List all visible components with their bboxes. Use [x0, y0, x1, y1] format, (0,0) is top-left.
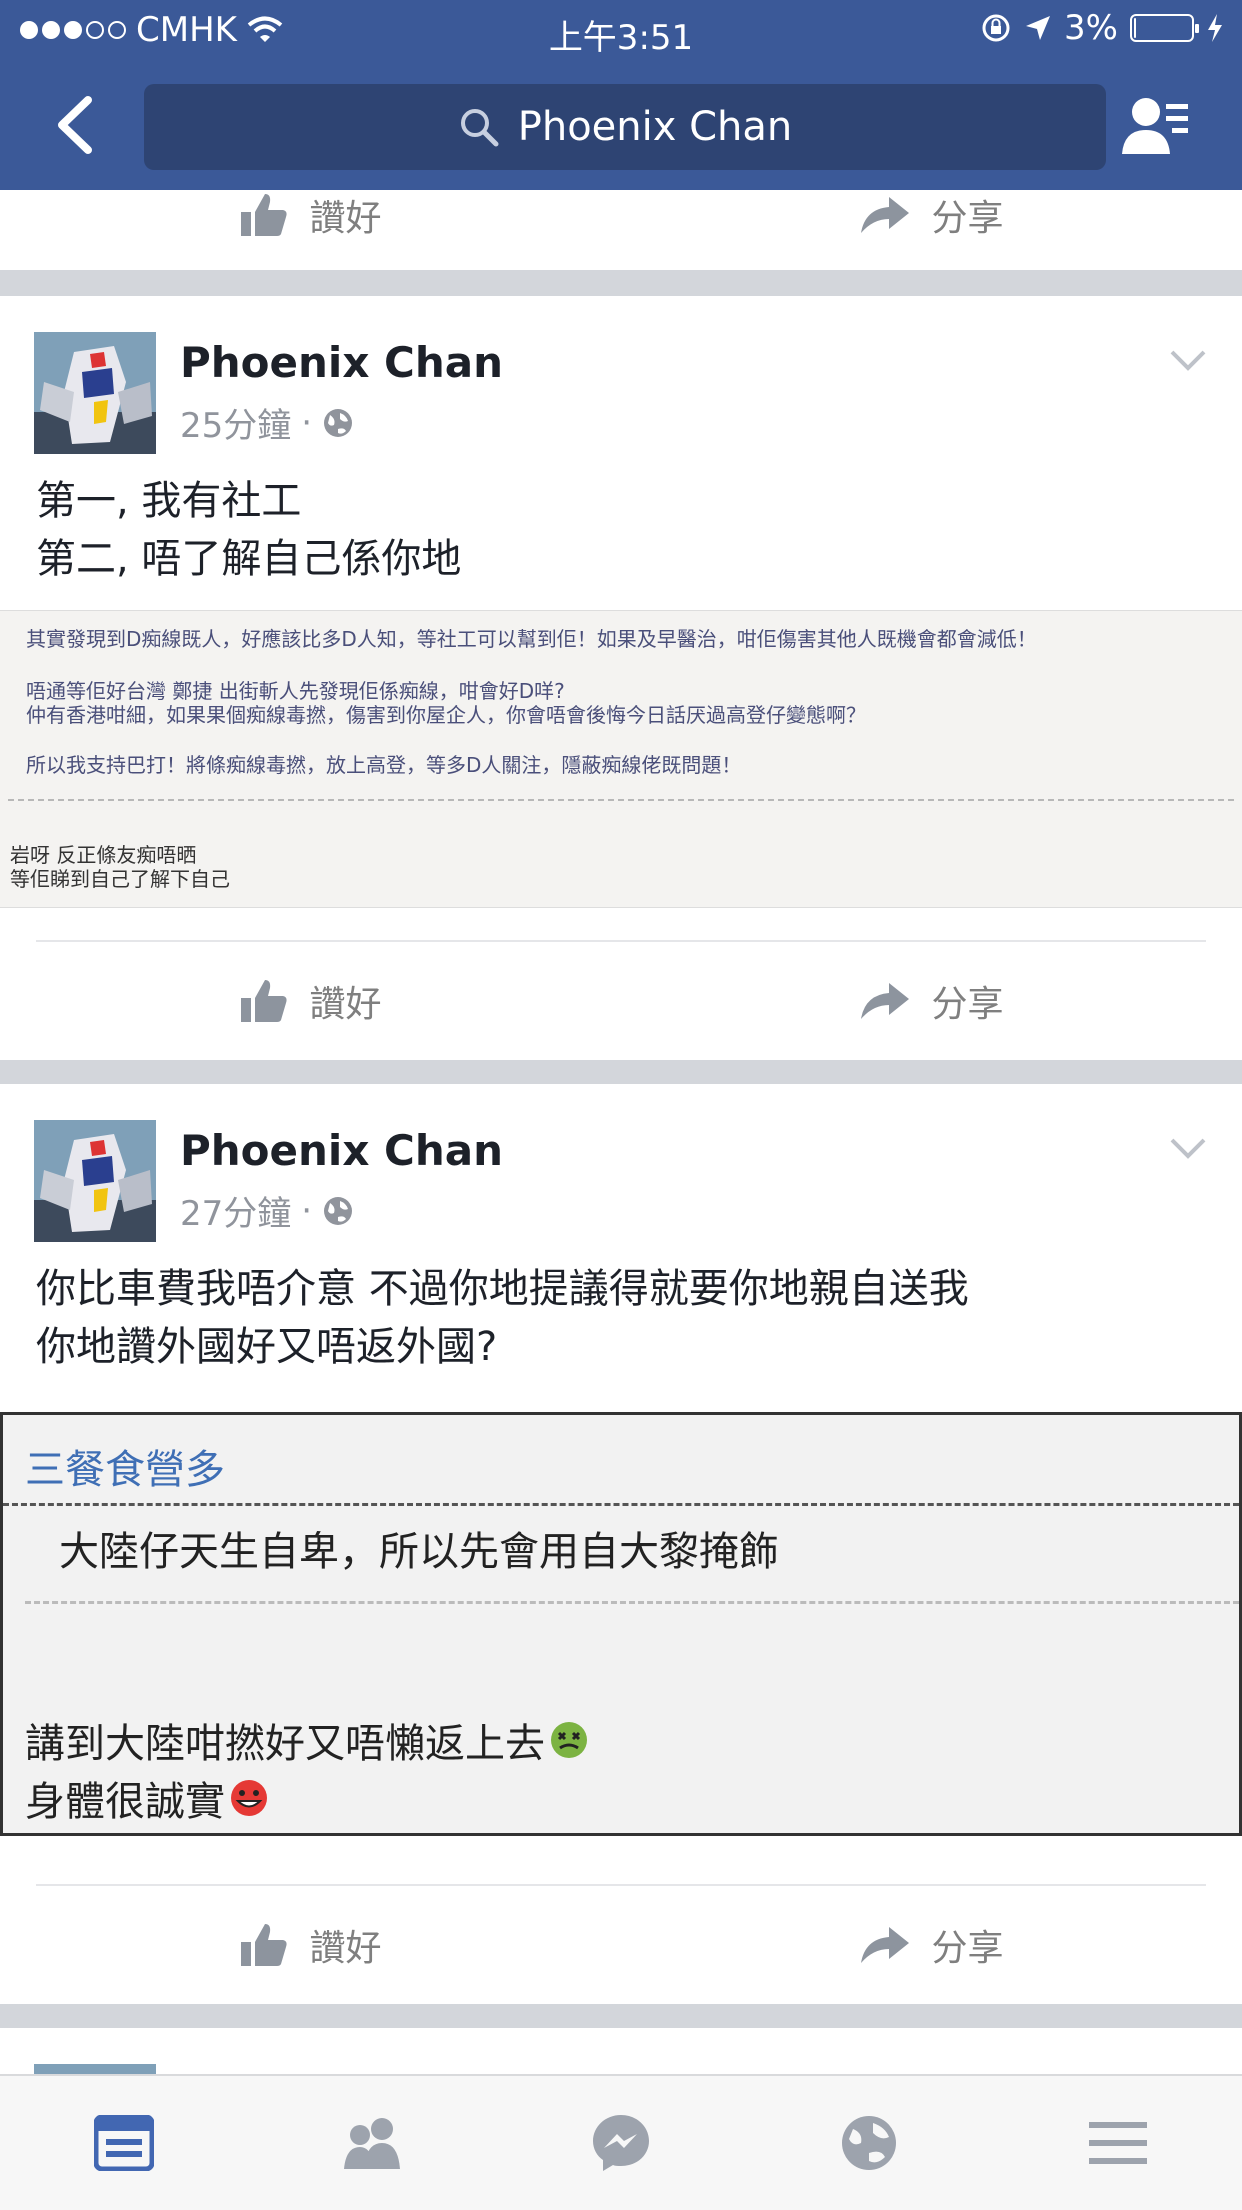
- globe-icon: [324, 408, 353, 437]
- screenshot-text-line: 三餐食營多: [25, 1447, 225, 1493]
- post-text: 第一, 我有社工 第二, 唔了解自己係你地: [36, 472, 461, 588]
- share-button[interactable]: 分享: [621, 946, 1242, 1056]
- screenshot-text-line: 大陸仔天生自卑，所以先會用自大黎掩飾: [59, 1529, 779, 1575]
- attached-screenshot[interactable]: 三餐食營多 大陸仔天生自卑，所以先會用自大黎掩飾 講到大陸咁撚好又唔懶返上去 身…: [0, 1412, 1242, 1836]
- tab-friend-requests[interactable]: [248, 2076, 496, 2210]
- post-options-chevron-icon[interactable]: [1168, 1134, 1208, 1164]
- thumbs-up-icon: [241, 980, 288, 1022]
- thumbs-up-icon: [241, 1924, 288, 1966]
- menu-icon: [1088, 2122, 1147, 2164]
- friends-icon: [343, 2118, 400, 2169]
- screenshot-text-line: 所以我支持巴打！將條痴線毒撚，放上高登，等多D人關注，隱蔽痴線佬既問題！: [26, 753, 742, 777]
- like-button[interactable]: 讚好: [0, 946, 621, 1056]
- share-button[interactable]: 分享: [621, 1890, 1242, 2000]
- battery-percent: 3%: [1064, 8, 1118, 48]
- dashed-divider: [8, 799, 1234, 801]
- post-text-line: 第二, 唔了解自己係你地: [36, 536, 462, 582]
- dashed-divider: [25, 1601, 1239, 1604]
- meta-separator: ·: [301, 402, 313, 443]
- post-card: Phoenix Chan 25分鐘 · 第一, 我有社工 第二, 唔了解自己係你…: [0, 296, 1242, 1060]
- tab-news-feed[interactable]: [0, 2076, 248, 2210]
- search-bar[interactable]: Phoenix Chan: [144, 84, 1106, 170]
- previous-post-footer: 讚好 分享: [0, 190, 1242, 270]
- screenshot-text-line: 仲有香港咁細，如果果個痴線毒撚，傷害到你屋企人，你會唔會後悔今日話厌過高登仔變態…: [26, 703, 866, 727]
- share-label: 分享: [931, 984, 1004, 1025]
- divider: [36, 1884, 1206, 1886]
- globe-icon: [324, 1196, 353, 1225]
- post-author[interactable]: Phoenix Chan: [180, 338, 503, 387]
- sick-face-emoji-icon: [551, 1722, 587, 1758]
- post-text: 你比車費我唔介意 不過你地提議得就要你地親自送我 你地讚外國好又唔返外國?: [36, 1260, 969, 1376]
- tab-notifications[interactable]: [745, 2076, 993, 2210]
- like-button[interactable]: 讚好: [0, 160, 621, 270]
- divider: [36, 940, 1206, 942]
- share-icon: [861, 983, 910, 1019]
- screenshot-text-line: 等佢睇到自己了解下自己: [10, 867, 230, 891]
- like-button[interactable]: 讚好: [0, 1890, 621, 2000]
- like-label: 讚好: [309, 1928, 382, 1969]
- dashed-divider: [3, 1503, 1239, 1506]
- avatar[interactable]: [34, 332, 156, 454]
- post-author[interactable]: Phoenix Chan: [180, 1126, 503, 1175]
- tab-messenger[interactable]: [497, 2076, 745, 2210]
- tab-more[interactable]: [994, 2076, 1242, 2210]
- share-label: 分享: [931, 198, 1004, 239]
- location-icon: [1026, 16, 1051, 40]
- search-query: Phoenix Chan: [517, 104, 793, 150]
- friend-list-icon[interactable]: [1116, 88, 1196, 168]
- post-text-line: 你地讚外國好又唔返外國?: [36, 1324, 498, 1370]
- news-feed-icon: [94, 2115, 155, 2171]
- post-time[interactable]: 27分鐘: [180, 1186, 291, 1235]
- battery-icon: [1130, 14, 1199, 42]
- bottom-tab-bar: [0, 2074, 1242, 2210]
- avatar[interactable]: [34, 1120, 156, 1242]
- attached-screenshot[interactable]: 其實發現到D痴線既人，好應該比多D人知，等社工可以幫到佢！如果及早醫治，咁佢傷害…: [0, 610, 1242, 908]
- screenshot-text-line: 身體很誠實: [25, 1779, 225, 1825]
- like-label: 讚好: [309, 984, 382, 1025]
- post-time[interactable]: 25分鐘: [180, 398, 291, 447]
- globe-notifications-icon: [842, 2116, 897, 2170]
- post-options-chevron-icon[interactable]: [1168, 346, 1208, 376]
- share-icon: [861, 1927, 910, 1963]
- post-text-line: 第一, 我有社工: [36, 478, 302, 524]
- post-card: Phoenix Chan 27分鐘 · 你比車費我唔介意 不過你地提議得就要你地…: [0, 1084, 1242, 2004]
- messenger-icon: [593, 2115, 650, 2171]
- charging-icon: [1208, 14, 1222, 42]
- screenshot-text-line: 其實發現到D痴線既人，好應該比多D人知，等社工可以幫到佢！如果及早醫治，咁佢傷害…: [26, 627, 1037, 651]
- grinning-face-emoji-icon: [231, 1780, 267, 1816]
- like-label: 讚好: [309, 198, 382, 239]
- share-icon: [861, 197, 910, 233]
- orientation-lock-icon: [982, 14, 1010, 42]
- back-icon[interactable]: [48, 90, 108, 160]
- share-label: 分享: [931, 1928, 1004, 1969]
- thumbs-up-icon: [241, 194, 288, 236]
- post-text-line: 你比車費我唔介意 不過你地提議得就要你地親自送我: [36, 1266, 969, 1312]
- meta-separator: ·: [301, 1190, 313, 1231]
- screenshot-text-line: 講到大陸咁撚好又唔懶返上去: [25, 1721, 545, 1767]
- status-bar: CMHK 上午3:51 3%: [0, 0, 1242, 62]
- share-button[interactable]: 分享: [621, 160, 1242, 270]
- search-icon: [460, 109, 499, 147]
